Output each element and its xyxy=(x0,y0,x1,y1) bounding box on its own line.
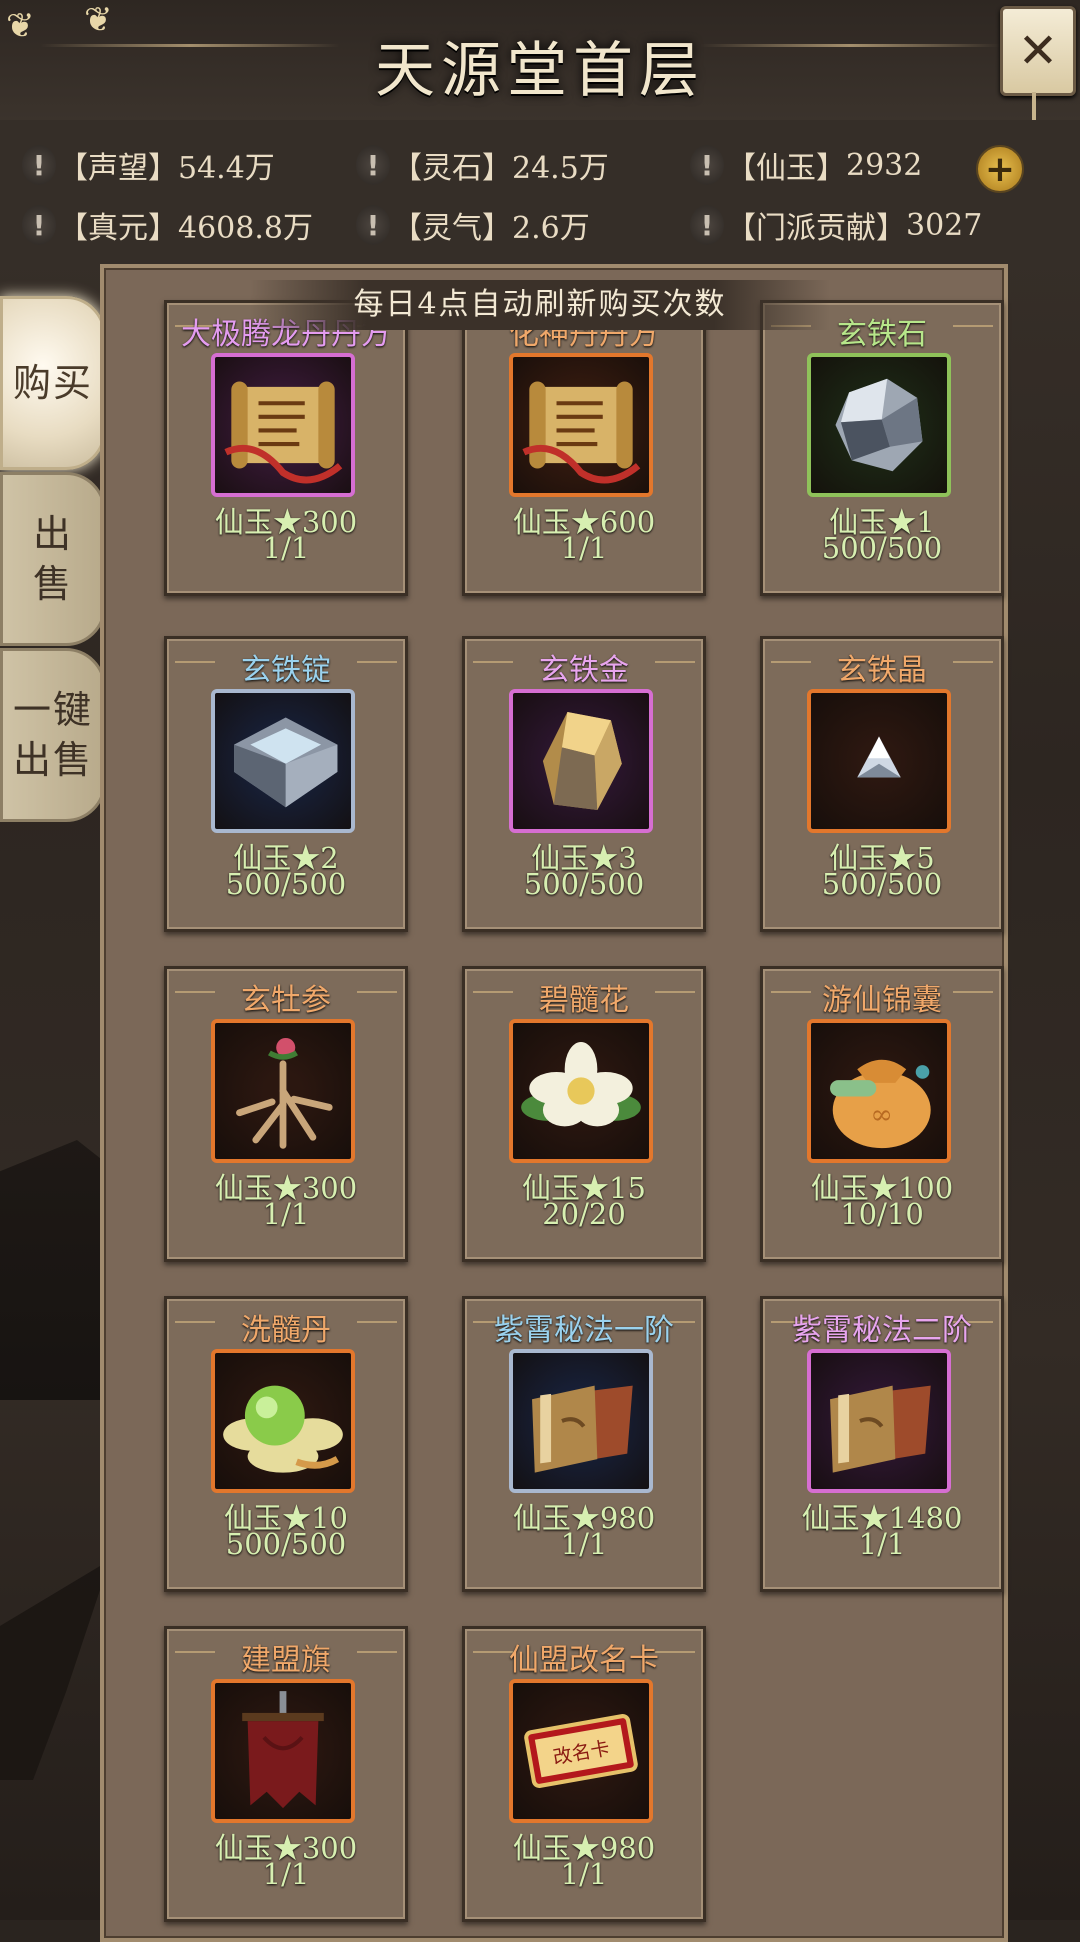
shop-item-card[interactable]: 玄铁锭 仙玉★2 500/500 xyxy=(164,636,408,932)
shop-item-card[interactable]: 玄铁石 仙玉★1 500/500 xyxy=(760,300,1004,596)
shop-item-card[interactable]: 紫霄秘法一阶 仙玉★980 1/1 xyxy=(462,1296,706,1592)
item-name: 洗髓丹 xyxy=(241,1313,331,1348)
item-stock: 1/1 xyxy=(858,1527,906,1561)
tab-sell-label-line2: 售 xyxy=(32,562,73,606)
item-name: 玄铁金 xyxy=(539,653,629,688)
item-stock: 1/1 xyxy=(560,531,608,565)
tab-buy-label: 购买 xyxy=(12,361,93,405)
item-name: 玄铁锭 xyxy=(241,653,331,688)
item-name: 碧髓花 xyxy=(539,983,629,1018)
item-name: 仙盟改名卡 xyxy=(509,1643,659,1678)
gold-ore-icon xyxy=(509,689,653,833)
alert-icon: ! xyxy=(690,145,724,185)
resource-name: 【灵气】 xyxy=(392,211,512,246)
item-stock: 20/20 xyxy=(542,1197,626,1231)
alert-icon: ! xyxy=(22,205,56,245)
add-jade-button[interactable]: + xyxy=(976,145,1024,193)
item-stock: 500/500 xyxy=(523,867,645,901)
item-name: 玄铁晶 xyxy=(837,653,927,688)
shop-item-card[interactable]: 洗髓丹 仙玉★10 500/500 xyxy=(164,1296,408,1592)
flower-icon xyxy=(509,1019,653,1163)
scroll-icon xyxy=(509,353,653,497)
book-icon xyxy=(807,1349,951,1493)
resource-name: 【仙玉】 xyxy=(726,151,846,186)
item-stock: 1/1 xyxy=(560,1527,608,1561)
resource-value: 2.6万 xyxy=(512,211,590,246)
ingot-icon xyxy=(211,689,355,833)
alert-icon: ! xyxy=(22,145,56,185)
shop-item-card[interactable]: 玄牡参 仙玉★300 1/1 xyxy=(164,966,408,1262)
resource-value: 2932 xyxy=(846,147,923,183)
item-stock: 1/1 xyxy=(560,1857,608,1891)
tab-one-key-label-line1: 一键 xyxy=(12,688,93,732)
item-stock: 1/1 xyxy=(262,531,310,565)
resource-spirit-qi[interactable]: ! 【灵气】 2.6万 xyxy=(356,200,590,250)
resource-name: 【门派贡献】 xyxy=(726,211,906,246)
header-bar: ❦ ❦ 天源堂首层 ✕ xyxy=(0,0,1080,122)
resource-name: 【真元】 xyxy=(58,211,178,246)
resource-spirit-stone[interactable]: ! 【灵石】 24.5万 xyxy=(356,140,609,190)
tab-sell[interactable]: 出 售 xyxy=(0,472,106,646)
rename-card-icon: 改名卡 xyxy=(509,1679,653,1823)
resource-value: 24.5万 xyxy=(512,151,609,186)
resource-name: 【灵石】 xyxy=(392,151,512,186)
item-stock: 500/500 xyxy=(225,1527,347,1561)
resource-reputation[interactable]: ! 【声望】 54.4万 xyxy=(22,140,275,190)
resource-value: 3027 xyxy=(906,207,983,243)
item-stock: 500/500 xyxy=(225,867,347,901)
pouch-icon: ∞ xyxy=(807,1019,951,1163)
shop-item-card[interactable]: 仙盟改名卡 改名卡 仙玉★980 1/1 xyxy=(462,1626,706,1922)
tab-buy[interactable]: 购买 xyxy=(0,296,106,470)
tab-one-key-label-line2: 出售 xyxy=(12,738,93,782)
item-name: 建盟旗 xyxy=(241,1643,331,1678)
shop-item-card[interactable]: 大极腾龙丹丹方 仙玉★300 1/1 xyxy=(164,300,408,596)
tab-one-key-sell[interactable]: 一键 出售 xyxy=(0,648,106,822)
book-icon xyxy=(509,1349,653,1493)
ore-icon xyxy=(807,353,951,497)
resource-name: 【声望】 xyxy=(58,151,178,186)
background-building xyxy=(0,1140,110,1400)
scroll-icon xyxy=(211,353,355,497)
resource-value: 4608.8万 xyxy=(178,211,313,246)
banner-icon xyxy=(211,1679,355,1823)
item-name: 紫霄秘法二阶 xyxy=(792,1313,972,1348)
close-button[interactable]: ✕ xyxy=(1000,6,1076,96)
item-name: 紫霄秘法一阶 xyxy=(494,1313,674,1348)
alert-icon: ! xyxy=(690,205,724,245)
shop-item-card[interactable]: 化神丹丹方 仙玉★600 1/1 xyxy=(462,300,706,596)
shop-item-card[interactable]: 紫霄秘法二阶 仙玉★1480 1/1 xyxy=(760,1296,1004,1592)
close-icon: ✕ xyxy=(1017,23,1059,79)
pill-icon xyxy=(211,1349,355,1493)
shop-item-card[interactable]: 玄铁金 仙玉★3 500/500 xyxy=(462,636,706,932)
ginseng-icon xyxy=(211,1019,355,1163)
shop-item-card[interactable]: 游仙锦囊 ∞ 仙玉★100 10/10 xyxy=(760,966,1004,1262)
item-stock: 1/1 xyxy=(262,1197,310,1231)
plus-icon: + xyxy=(984,148,1016,190)
svg-text:∞: ∞ xyxy=(870,1100,893,1131)
resource-jade[interactable]: ! 【仙玉】 2932 xyxy=(690,140,922,190)
crystal-icon xyxy=(807,689,951,833)
shop-item-card[interactable]: 建盟旗 仙玉★300 1/1 xyxy=(164,1626,408,1922)
refresh-notice: 每日4点自动刷新购买次数 xyxy=(250,280,830,330)
item-stock: 500/500 xyxy=(821,531,943,565)
item-name: 玄牡参 xyxy=(241,983,331,1018)
resource-true-essence[interactable]: ! 【真元】 4608.8万 xyxy=(22,200,313,250)
alert-icon: ! xyxy=(356,145,390,185)
item-stock: 10/10 xyxy=(840,1197,924,1231)
resource-sect-contribution[interactable]: ! 【门派贡献】 3027 xyxy=(690,200,982,250)
shop-item-card[interactable]: 碧髓花 仙玉★15 20/20 xyxy=(462,966,706,1262)
page-title: 天源堂首层 xyxy=(375,36,705,106)
alert-icon: ! xyxy=(356,205,390,245)
item-stock: 1/1 xyxy=(262,1857,310,1891)
item-stock: 500/500 xyxy=(821,867,943,901)
resource-value: 54.4万 xyxy=(178,151,275,186)
tab-sell-label-line1: 出 xyxy=(32,512,73,556)
shop-item-card[interactable]: 玄铁晶 仙玉★5 500/500 xyxy=(760,636,1004,932)
item-name: 游仙锦囊 xyxy=(822,983,942,1018)
